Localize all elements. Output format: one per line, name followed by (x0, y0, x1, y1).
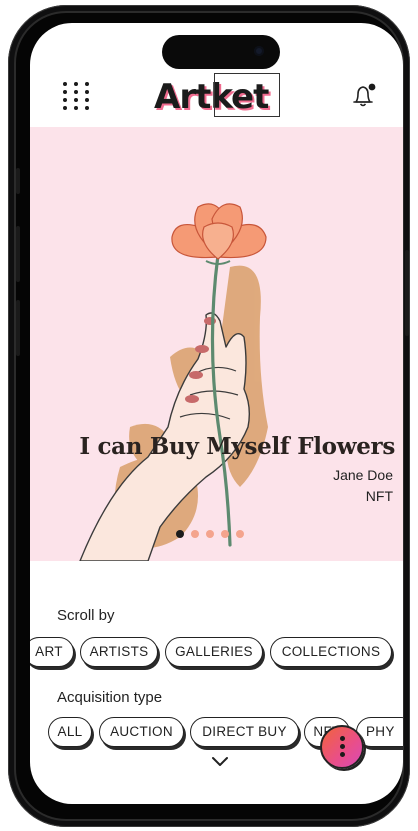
chip-auction[interactable]: AUCTION (99, 717, 184, 747)
front-camera (254, 46, 264, 56)
dynamic-island (162, 35, 280, 69)
featured-artwork-carousel[interactable]: I can Buy Myself Flowers Jane Doe NFT (30, 127, 403, 561)
volume-down-button (16, 300, 20, 356)
volume-up-button (16, 226, 20, 282)
acquisition-type-label: Acquisition type (57, 689, 163, 706)
vertical-dots-icon[interactable] (320, 725, 364, 769)
chip-all[interactable]: ALL (48, 717, 92, 747)
carousel-dot[interactable] (191, 530, 199, 538)
grid-dots-icon[interactable] (63, 82, 95, 114)
carousel-dot[interactable] (176, 530, 184, 538)
chip-collections[interactable]: COLLECTIONS (270, 637, 392, 667)
carousel-dot[interactable] (221, 530, 229, 538)
chip-artists[interactable]: ARTISTS (80, 637, 158, 667)
carousel-dot[interactable] (236, 530, 244, 538)
scroll-by-label: Scroll by (57, 607, 115, 624)
app-screen: Artket I can Buy Myself Flowers Jane Doe… (30, 23, 403, 804)
chevron-down-icon[interactable] (210, 754, 230, 768)
chip-art[interactable]: ART (30, 637, 74, 667)
artwork-title[interactable]: I can Buy Myself Flowers (30, 433, 395, 460)
carousel-indicator (176, 530, 244, 538)
power-button (405, 250, 409, 336)
carousel-dot[interactable] (206, 530, 214, 538)
chip-galleries[interactable]: GALLERIES (165, 637, 263, 667)
mute-switch (16, 168, 20, 194)
artist-name[interactable]: Jane Doe (333, 467, 393, 483)
scroll-by-chips: ART ARTISTS GALLERIES COLLECTIONS (30, 637, 403, 675)
chip-direct-buy[interactable]: DIRECT BUY (190, 717, 299, 747)
artwork-illustration (79, 203, 268, 561)
artwork-type: NFT (365, 488, 393, 504)
app-logo: Artket (154, 73, 288, 119)
logo-frame (214, 73, 280, 117)
bell-icon[interactable] (348, 81, 378, 111)
